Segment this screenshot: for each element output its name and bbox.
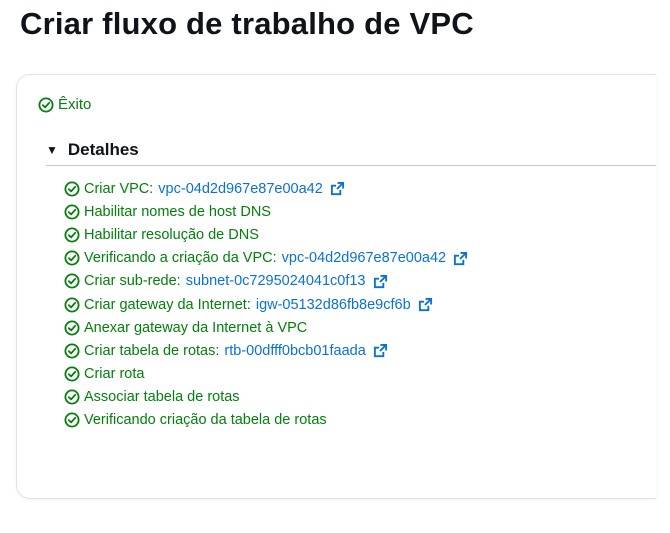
workflow-step: Verificando a criação da VPC: vpc-04d2d96… (64, 247, 468, 270)
workflow-step: Associar tabela de rotas (64, 386, 468, 409)
resource-link[interactable]: vpc-04d2d967e87e00a42 (282, 250, 446, 266)
external-link-icon[interactable] (418, 297, 433, 312)
check-circle-icon (64, 343, 80, 359)
check-circle-icon (38, 97, 54, 112)
step-label: Habilitar nomes de host DNS (84, 203, 271, 220)
divider (46, 165, 656, 166)
check-circle-icon (64, 320, 80, 336)
resource-link[interactable]: rtb-00dfff0bcb01faada (224, 343, 365, 359)
status-label: Êxito (58, 96, 92, 113)
check-circle-icon (64, 389, 80, 405)
page-title: Criar fluxo de trabalho de VPC (20, 6, 474, 41)
check-circle-icon (64, 273, 80, 289)
external-link-icon[interactable] (453, 251, 468, 266)
step-label: Criar VPC: (84, 180, 154, 197)
status-success: Êxito (38, 96, 91, 113)
external-link-icon[interactable] (330, 181, 345, 196)
check-circle-icon (64, 250, 80, 266)
caret-down-icon: ▼ (46, 143, 58, 157)
check-circle-icon (64, 366, 80, 382)
workflow-step: Criar sub-rede: subnet-0c7295024041c0f13 (64, 270, 468, 293)
step-label: Habilitar resolução de DNS (84, 226, 259, 243)
step-label: Verificando criação da tabela de rotas (84, 412, 327, 429)
check-circle-icon (64, 412, 80, 428)
step-label: Criar sub-rede: (84, 273, 181, 290)
workflow-step: Anexar gateway da Internet à VPC (64, 316, 468, 339)
workflow-step: Criar gateway da Internet: igw-05132d86fb… (64, 293, 468, 316)
workflow-step: Criar tabela de rotas: rtb-00dfff0bcb01fa… (64, 339, 468, 362)
details-header-label: Detalhes (67, 140, 139, 159)
workflow-step: Habilitar nomes de host DNS (64, 200, 468, 223)
external-link-icon[interactable] (373, 343, 388, 358)
check-circle-icon (64, 297, 80, 313)
resource-link[interactable]: igw-05132d86fb8e9cf6b (256, 297, 411, 313)
details-toggle[interactable]: ▼ Detalhes (46, 140, 139, 160)
external-link-icon[interactable] (373, 274, 388, 289)
check-circle-icon (64, 227, 80, 243)
step-label: Criar rota (84, 366, 145, 383)
resource-link[interactable]: vpc-04d2d967e87e00a42 (158, 181, 322, 197)
workflow-step: Habilitar resolução de DNS (64, 223, 468, 246)
workflow-step: Criar VPC: vpc-04d2d967e87e00a42 (64, 177, 468, 200)
step-label: Verificando a criação da VPC: (84, 250, 277, 267)
step-label: Anexar gateway da Internet à VPC (84, 319, 308, 336)
check-circle-icon (64, 204, 80, 220)
workflow-step: Verificando criação da tabela de rotas (64, 409, 468, 432)
step-label: Associar tabela de rotas (84, 389, 240, 406)
step-label: Criar tabela de rotas: (84, 342, 220, 359)
steps-list: Criar VPC: vpc-04d2d967e87e00a42 Habilita… (64, 177, 468, 432)
resource-link[interactable]: subnet-0c7295024041c0f13 (186, 273, 366, 289)
step-label: Criar gateway da Internet: (84, 296, 251, 313)
check-circle-icon (64, 181, 80, 197)
workflow-step: Criar rota (64, 363, 468, 386)
